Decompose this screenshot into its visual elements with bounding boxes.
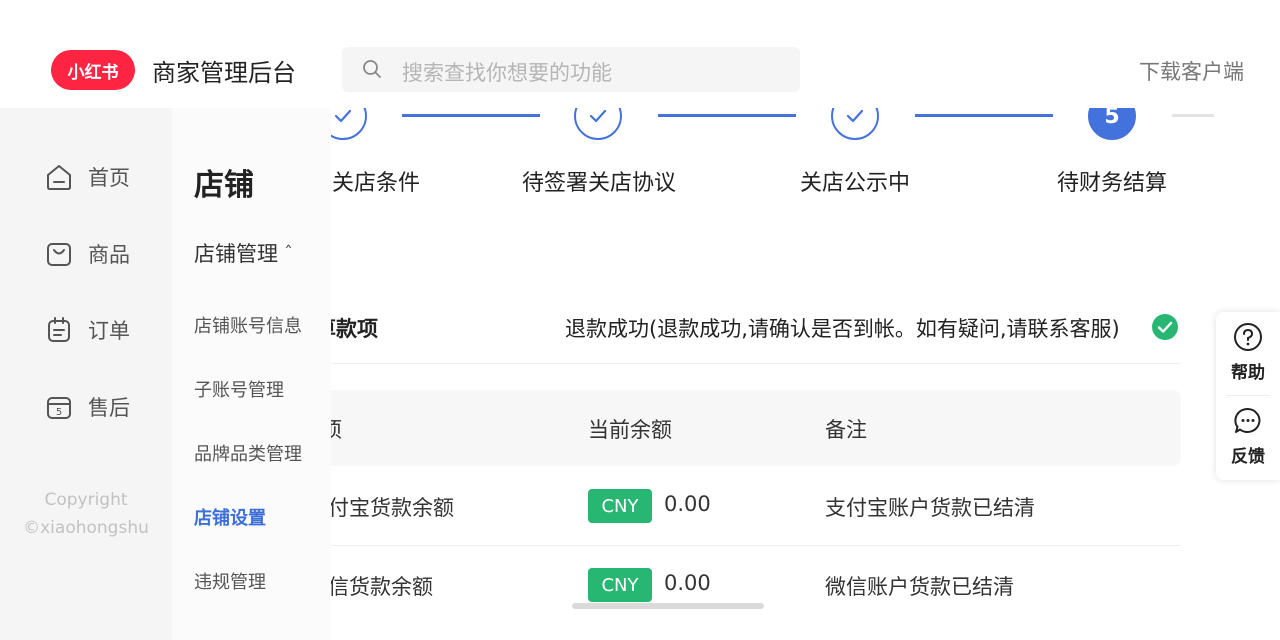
brand-logo[interactable]: 小红书: [51, 50, 135, 90]
app-title: 商家管理后台: [152, 59, 296, 87]
sidebar-item-label: 首页: [88, 166, 130, 190]
chevron-up-icon: ˆ: [284, 242, 293, 264]
section-title: 店铺: [194, 168, 254, 203]
nav-item-store-account-info[interactable]: 店铺账号信息: [194, 312, 302, 338]
bag-icon: [47, 243, 71, 266]
copyright-line: Copyright: [44, 490, 128, 510]
step-label: 关店条件: [332, 171, 421, 196]
refund-status-text: 退款成功(退款成功,请确认是否到帐。如有疑问,请联系客服): [565, 317, 1120, 341]
sidebar-item-orders[interactable]: 订单: [44, 315, 130, 345]
search-input[interactable]: 搜索查找你想要的功能: [342, 47, 800, 92]
after-sales-icon: 5: [47, 397, 71, 419]
nav-item-store-settings[interactable]: 店铺设置: [194, 504, 266, 530]
settlement-items-label: 算款项: [331, 317, 378, 341]
success-check-icon: [1152, 314, 1178, 340]
currency-badge: CNY: [588, 489, 652, 523]
primary-sidebar: 首页 商品 订单 5 售后 Copyright ©xiaohongshu: [0, 108, 172, 640]
top-bar: 小红书 商家管理后台 搜索查找你想要的功能 下载客户端: [0, 0, 1280, 108]
sidebar-item-home[interactable]: 首页: [44, 162, 130, 192]
table-cell-amount: 0.00: [664, 492, 711, 516]
step-connector: [402, 114, 540, 117]
nav-item-brand-category[interactable]: 品牌品类管理: [194, 440, 302, 466]
table-cell-item: 信货款余额: [331, 575, 433, 599]
check-icon: [589, 109, 607, 123]
copyright-line: ©xiaohongshu: [23, 518, 149, 538]
order-icon: [48, 317, 70, 342]
currency-badge: CNY: [588, 568, 652, 602]
nav-item-violations[interactable]: 违规管理: [194, 568, 266, 594]
divider: [331, 363, 1181, 364]
table-cell-item: 付宝货款余额: [331, 496, 454, 520]
horizontal-scrollbar[interactable]: [572, 603, 764, 609]
feedback-button[interactable]: 反馈: [1216, 406, 1280, 467]
search-placeholder: 搜索查找你想要的功能: [402, 61, 612, 85]
table-header: [331, 390, 1181, 466]
nav-group-store-management[interactable]: 店铺管理 ˆ: [194, 238, 293, 268]
nav-group-label: 店铺管理: [194, 242, 278, 266]
copyright-text: Copyright ©xiaohongshu: [0, 486, 172, 542]
sidebar-item-label: 商品: [88, 243, 130, 267]
sidebar-item-label: 订单: [88, 319, 130, 343]
check-icon: [334, 109, 352, 123]
download-client-link[interactable]: 下载客户端: [1139, 56, 1244, 86]
sidebar-item-after-sales[interactable]: 5 售后: [44, 392, 130, 422]
floating-support-panel: 帮助 反馈: [1216, 312, 1280, 480]
row-divider: [331, 545, 1181, 546]
step-connector: [915, 114, 1053, 117]
check-icon: [846, 109, 864, 123]
divider: [1226, 395, 1270, 396]
table-cell-amount: 0.00: [664, 571, 711, 595]
secondary-sidebar: 店铺 店铺管理 ˆ 店铺账号信息 子账号管理 品牌品类管理 店铺设置 违规管理: [172, 108, 331, 640]
nav-item-sub-account[interactable]: 子账号管理: [194, 376, 284, 402]
chat-bubble-icon: [1234, 407, 1261, 433]
step-3-done: [831, 108, 879, 140]
column-header-note: 备注: [825, 418, 867, 442]
sidebar-item-label: 售后: [88, 396, 130, 420]
table-cell-note: 支付宝账户货款已结清: [825, 496, 1035, 520]
sidebar-item-products[interactable]: 商品: [44, 239, 130, 269]
step-label: 待签署关店协议: [522, 171, 677, 196]
main-content: 5 关店条件 待签署关店协议 关店公示中 待财务结算 算款项 退款成功(退款成功…: [331, 108, 1214, 640]
feedback-label: 反馈: [1231, 447, 1265, 467]
column-header-balance: 当前余额: [588, 418, 672, 442]
step-2-done: [574, 108, 622, 140]
svg-text:5: 5: [56, 407, 62, 418]
step-connector: [1172, 114, 1214, 117]
step-connector: [658, 114, 796, 117]
step-1-done: [331, 108, 367, 140]
step-label: 待财务结算: [1057, 171, 1168, 196]
help-button[interactable]: 帮助: [1216, 322, 1280, 383]
step-5-current: 5: [1088, 108, 1136, 140]
column-header-item: 项: [331, 418, 342, 442]
help-label: 帮助: [1231, 363, 1265, 383]
table-cell-note: 微信账户货款已结清: [825, 575, 1014, 599]
help-icon: [1234, 323, 1262, 351]
home-icon: [47, 165, 71, 190]
search-icon: [363, 60, 381, 78]
step-label: 关店公示中: [800, 171, 911, 196]
